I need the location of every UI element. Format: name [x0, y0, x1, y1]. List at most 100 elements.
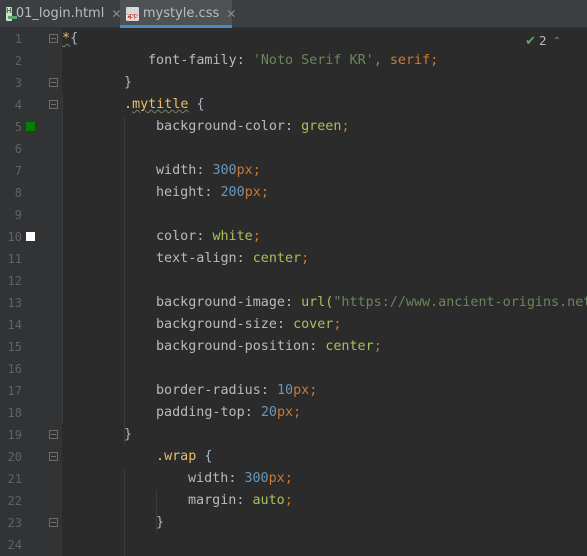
- code-line[interactable]: background-position: center;: [156, 336, 382, 358]
- code-token: color: [156, 229, 197, 244]
- color-swatch-icon[interactable]: [26, 232, 35, 241]
- fold-icon[interactable]: [49, 430, 58, 439]
- code-token: :: [196, 163, 213, 178]
- code-line[interactable]: background-color: green;: [156, 116, 350, 138]
- code-line[interactable]: height: 200px;: [156, 182, 269, 204]
- code-line[interactable]: text-align: center;: [156, 248, 309, 270]
- code-token: background-color: [156, 119, 285, 134]
- code-token: :: [260, 383, 277, 398]
- code-line[interactable]: *{: [62, 28, 78, 50]
- line-number: 11: [7, 252, 22, 266]
- fold-icon[interactable]: [49, 78, 58, 87]
- tab-label: 01_login.html: [15, 6, 105, 21]
- code-token: .: [124, 97, 133, 112]
- line-number: 4: [14, 98, 22, 112]
- code-editor[interactable]: *{ font-family: 'Noto Serif KR', serif;}.…: [62, 28, 587, 556]
- code-line[interactable]: background-image: url("https://www.ancie…: [156, 292, 587, 314]
- code-token: :: [285, 119, 302, 134]
- code-token: ;: [284, 471, 293, 486]
- code-token: }: [124, 75, 133, 90]
- code-line[interactable]: width: 300px;: [188, 468, 293, 490]
- code-token: {: [188, 97, 205, 112]
- code-token: background-image: [156, 295, 285, 310]
- code-token: 200: [220, 185, 245, 200]
- fold-icon[interactable]: [49, 518, 58, 527]
- editor-gutter[interactable]: 1 2 3 4 5 6 7 8 9 10 11 12 13 14 15 16 17 18 19 20 21 22 23 24: [0, 28, 62, 556]
- code-token: :: [204, 185, 221, 200]
- line-number: 24: [7, 538, 22, 552]
- line-number: 15: [7, 340, 22, 354]
- code-token: green: [301, 119, 342, 134]
- check-icon: ✔: [525, 33, 536, 49]
- code-token: center: [325, 339, 374, 354]
- line-number: 19: [7, 428, 22, 442]
- code-token: 20: [260, 405, 277, 420]
- code-line[interactable]: width: 300px;: [156, 160, 261, 182]
- line-number: 1: [14, 32, 22, 46]
- code-token: ;: [293, 405, 302, 420]
- code-token: center: [252, 251, 302, 266]
- code-token: ;: [260, 185, 269, 200]
- fold-icon[interactable]: [49, 34, 58, 43]
- line-number: 10: [7, 230, 22, 244]
- line-number: 22: [7, 494, 22, 508]
- code-token: 300: [244, 471, 269, 486]
- code-line[interactable]: border-radius: 10px;: [156, 380, 317, 402]
- line-number: 13: [7, 296, 22, 310]
- code-token: font-family: [148, 53, 237, 68]
- tab-01-login-html[interactable]: H 01_login.html ✕: [0, 0, 121, 27]
- code-token: ;: [341, 119, 350, 134]
- close-icon[interactable]: ✕: [226, 7, 236, 21]
- code-token: ;: [252, 229, 261, 244]
- fold-icon[interactable]: [49, 452, 58, 461]
- code-line[interactable]: background-size: cover;: [156, 314, 341, 336]
- line-number: 5: [14, 120, 22, 134]
- chevron-up-icon[interactable]: ⌃: [553, 36, 561, 47]
- line-number: 2: [14, 54, 22, 68]
- line-number: 17: [7, 384, 22, 398]
- code-token: :: [285, 295, 302, 310]
- code-token: width: [188, 471, 229, 486]
- code-token: ;: [284, 493, 293, 508]
- code-token: width: [156, 163, 197, 178]
- code-token: {: [196, 449, 213, 464]
- color-swatch-icon[interactable]: [26, 122, 35, 131]
- code-token: px: [293, 383, 310, 398]
- code-token: ;: [430, 53, 439, 68]
- code-token: margin: [188, 493, 237, 508]
- code-line[interactable]: .mytitle {: [124, 94, 205, 116]
- line-number: 12: [7, 274, 22, 288]
- code-token: 10: [276, 383, 294, 398]
- code-token: background-size: [156, 317, 277, 332]
- code-line[interactable]: }: [124, 72, 132, 94]
- code-token: ,: [373, 53, 390, 68]
- code-token: serif: [389, 53, 431, 68]
- inspection-widget[interactable]: ✔ 2 ⌃: [525, 30, 561, 52]
- code-token: :: [236, 493, 253, 508]
- code-token: }: [156, 515, 165, 530]
- code-line[interactable]: margin: auto;: [188, 490, 293, 512]
- code-line[interactable]: padding-top: 20px;: [156, 402, 301, 424]
- tab-mystyle-css[interactable]: CSS mystyle.css ✕: [120, 0, 236, 28]
- code-token: padding-top: [156, 405, 245, 420]
- line-number: 14: [7, 318, 22, 332]
- fold-icon[interactable]: [49, 100, 58, 109]
- line-number: 16: [7, 362, 22, 376]
- code-line[interactable]: .wrap {: [156, 446, 212, 468]
- line-number: 7: [14, 164, 22, 178]
- code-line[interactable]: }: [124, 424, 132, 446]
- code-line[interactable]: font-family: 'Noto Serif KR', serif;: [148, 50, 438, 72]
- code-token: border-radius: [156, 383, 261, 398]
- code-line[interactable]: color: white;: [156, 226, 261, 248]
- code-token: 300: [212, 163, 237, 178]
- editor-tab-bar: H 01_login.html ✕ CSS mystyle.css ✕: [0, 0, 587, 28]
- code-token: :: [236, 251, 253, 266]
- code-token: white: [212, 229, 253, 244]
- code-token: }: [124, 427, 133, 442]
- code-token: px: [268, 471, 285, 486]
- code-token: :: [276, 317, 294, 332]
- code-token: px: [236, 163, 253, 178]
- html-file-icon: H: [6, 6, 17, 21]
- code-token: .: [156, 449, 165, 464]
- code-line[interactable]: }: [156, 512, 164, 534]
